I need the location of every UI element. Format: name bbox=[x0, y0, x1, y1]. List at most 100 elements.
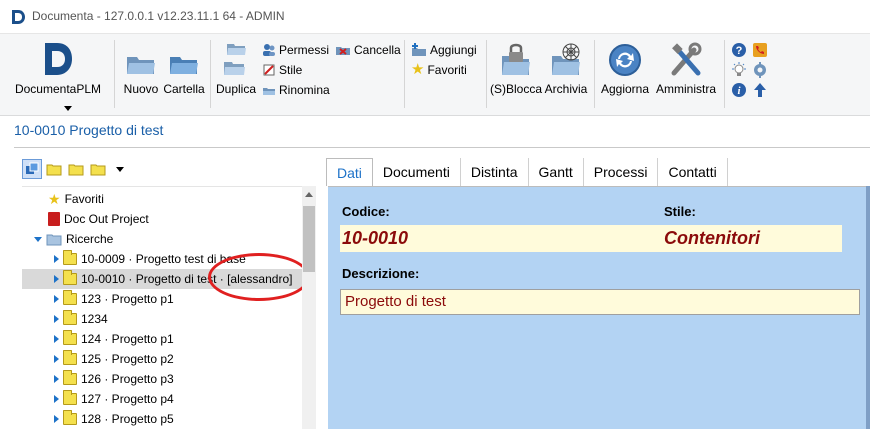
aggiorna-label: Aggiorna bbox=[600, 82, 650, 96]
nuovo-label: Nuovo bbox=[123, 82, 159, 96]
ribbon-divider bbox=[724, 40, 725, 108]
tree-item-favoriti[interactable]: ★ Favoriti bbox=[48, 189, 104, 209]
folder-yellow-icon bbox=[63, 330, 77, 345]
folder-yellow-icon bbox=[63, 370, 77, 385]
folder-yellow-icon bbox=[63, 290, 77, 305]
header-divider bbox=[14, 147, 870, 148]
tab-dati[interactable]: Dati bbox=[326, 158, 373, 186]
rinomina-button[interactable]: Rinomina bbox=[262, 83, 330, 97]
permessi-button[interactable]: Permessi bbox=[262, 43, 329, 57]
expand-arrow-icon[interactable] bbox=[54, 295, 59, 303]
tree-options-dropdown[interactable] bbox=[110, 159, 130, 179]
tree-folder-button[interactable] bbox=[88, 159, 108, 179]
info-button[interactable]: i bbox=[731, 82, 747, 101]
star-icon: ★ bbox=[48, 190, 61, 207]
tab-gantt[interactable]: Gantt bbox=[528, 158, 584, 186]
help-button[interactable]: ? bbox=[731, 42, 747, 61]
expand-arrow-icon[interactable] bbox=[54, 335, 59, 343]
archivia-button[interactable]: Archivia bbox=[542, 42, 590, 96]
sblocca-button[interactable]: (S)Blocca bbox=[490, 42, 542, 96]
scrollbar-thumb[interactable] bbox=[303, 206, 315, 272]
upload-button[interactable] bbox=[752, 82, 768, 101]
users-icon bbox=[263, 44, 275, 56]
document-title: 10-0010 Progetto di test bbox=[14, 122, 164, 138]
permessi-label: Permessi bbox=[279, 43, 330, 57]
folder-yellow-icon bbox=[63, 310, 77, 325]
tab-distinta[interactable]: Distinta bbox=[460, 158, 529, 186]
tab-contatti[interactable]: Contatti bbox=[658, 158, 728, 186]
tree-folder-button[interactable] bbox=[44, 159, 64, 179]
new-folder-icon bbox=[127, 57, 155, 74]
codice-stile-field[interactable] bbox=[340, 225, 842, 252]
document-red-icon bbox=[48, 212, 60, 226]
tab-documenti[interactable]: Documenti bbox=[372, 158, 461, 186]
cartella-button[interactable]: Cartella bbox=[162, 52, 206, 96]
tools-icon bbox=[671, 42, 702, 76]
locked-folder-icon bbox=[63, 270, 77, 285]
aggiungi-button[interactable]: Aggiungi bbox=[411, 43, 477, 57]
title-bar: Documenta - 127.0.0.1 v12.23.11.1 64 - A… bbox=[0, 0, 870, 34]
folder-icon bbox=[170, 57, 198, 74]
descrizione-field[interactable]: Progetto di test bbox=[340, 289, 860, 315]
tree-folder-button[interactable] bbox=[66, 159, 86, 179]
tree-item-label: Favoriti bbox=[64, 192, 104, 206]
favoriti-button[interactable]: ★ Favoriti bbox=[411, 62, 467, 77]
svg-text:?: ? bbox=[736, 45, 743, 57]
tree-item-project[interactable]: 126 · Progetto p3 bbox=[54, 369, 174, 389]
tree-view-button[interactable] bbox=[22, 159, 42, 179]
tree-item-label: 128 · Progetto p5 bbox=[81, 412, 174, 426]
tree-item-project[interactable]: 127 · Progetto p4 bbox=[54, 389, 174, 409]
documenta-logo-icon bbox=[45, 43, 72, 75]
help-icon: ? bbox=[732, 43, 746, 57]
archivia-label: Archivia bbox=[544, 82, 588, 96]
expand-arrow-icon[interactable] bbox=[54, 275, 59, 283]
duplica-button[interactable]: Duplica bbox=[215, 42, 257, 96]
highlight-circle bbox=[208, 253, 310, 301]
aggiorna-button[interactable]: Aggiorna bbox=[598, 42, 652, 96]
scroll-up-icon[interactable] bbox=[305, 192, 313, 197]
folder-yellow-icon bbox=[63, 350, 77, 365]
folder-yellow-icon bbox=[90, 164, 106, 176]
tree-item-label: 125 · Progetto p2 bbox=[81, 352, 174, 366]
info-icon: i bbox=[732, 83, 746, 97]
tree-item-project[interactable]: 128 · Progetto p5 bbox=[54, 409, 174, 429]
tree-scrollbar[interactable] bbox=[302, 186, 316, 429]
lock-folder-icon bbox=[502, 43, 530, 75]
tree-item-project[interactable]: 124 · Progetto p1 bbox=[54, 329, 174, 349]
support-button[interactable] bbox=[752, 42, 768, 61]
documentaplm-menu-button[interactable]: DocumentaPLM bbox=[10, 42, 106, 111]
ribbon-divider bbox=[114, 40, 115, 108]
expand-arrow-icon[interactable] bbox=[34, 236, 42, 242]
folder-yellow-icon bbox=[63, 390, 77, 405]
expand-arrow-icon[interactable] bbox=[54, 375, 59, 383]
tree-item-label: 127 · Progetto p4 bbox=[81, 392, 174, 406]
tree-item-label: 124 · Progetto p1 bbox=[81, 332, 174, 346]
expand-arrow-icon[interactable] bbox=[54, 395, 59, 403]
expand-arrow-icon[interactable] bbox=[54, 355, 59, 363]
tree-item-ricerche[interactable]: Ricerche bbox=[34, 229, 113, 249]
tips-button[interactable] bbox=[731, 62, 747, 81]
expand-arrow-icon[interactable] bbox=[54, 255, 59, 263]
stile-label: Stile: bbox=[664, 204, 696, 219]
cancella-button[interactable]: Cancella bbox=[335, 43, 401, 57]
gear-icon bbox=[754, 62, 766, 78]
nuovo-button[interactable]: Nuovo bbox=[121, 52, 161, 96]
phone-icon bbox=[753, 43, 767, 57]
tree-item-project[interactable]: 1234 bbox=[54, 309, 108, 329]
tree-item-project[interactable]: 125 · Progetto p2 bbox=[54, 349, 174, 369]
tree-item-doc-out-project[interactable]: Doc Out Project bbox=[48, 209, 149, 229]
rinomina-label: Rinomina bbox=[279, 83, 330, 97]
folder-yellow-icon bbox=[68, 164, 84, 176]
expand-arrow-icon[interactable] bbox=[54, 415, 59, 423]
tree-item-project[interactable]: 123 · Progetto p1 bbox=[54, 289, 174, 309]
cartella-label: Cartella bbox=[163, 82, 205, 96]
refresh-icon bbox=[609, 44, 641, 76]
expand-arrow-icon[interactable] bbox=[54, 315, 59, 323]
amministra-button[interactable]: Amministra bbox=[652, 42, 720, 96]
tab-processi[interactable]: Processi bbox=[583, 158, 659, 186]
add-folder-icon bbox=[412, 43, 426, 56]
tree-view: ★ Favoriti Doc Out Project Ricerche 10-0… bbox=[22, 186, 314, 429]
settings-button[interactable] bbox=[752, 62, 768, 81]
sblocca-label: (S)Blocca bbox=[490, 82, 543, 96]
stile-button[interactable]: Stile bbox=[262, 63, 302, 77]
